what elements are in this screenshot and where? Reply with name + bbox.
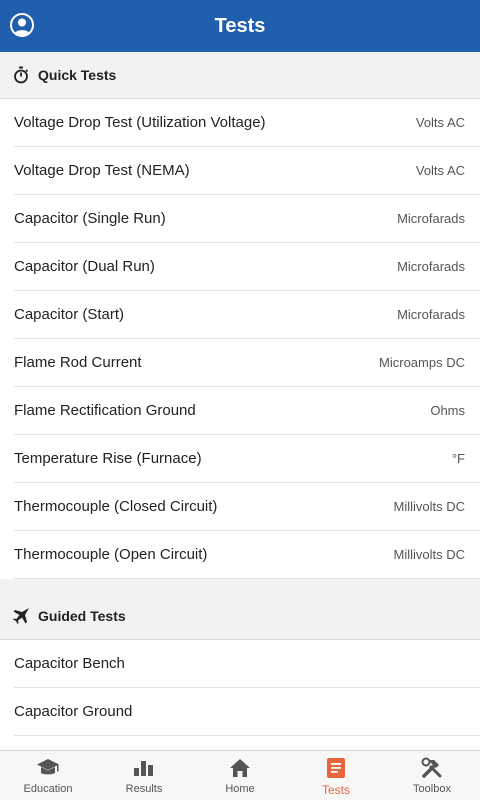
jet-icon (12, 607, 30, 625)
tab-label: Results (125, 783, 163, 795)
bar-chart-icon (132, 757, 156, 779)
test-unit: Ohms (430, 403, 465, 418)
test-name: Capacitor (Start) (14, 306, 125, 323)
test-name: Thermocouple (Closed Circuit) (14, 498, 218, 515)
test-name: Capacitor Ground (14, 703, 133, 720)
test-unit: Microamps DC (379, 355, 465, 370)
test-name: Capacitor Bench (14, 655, 125, 672)
test-name: Flame Rectification Ground (14, 402, 196, 419)
page-title: Tests (214, 15, 266, 37)
quick-test-row[interactable]: Voltage Drop Test (NEMA) Volts AC (14, 147, 480, 195)
guided-test-row[interactable]: Capacitor Bench (14, 640, 480, 688)
test-unit: Volts AC (415, 163, 465, 178)
quick-test-row[interactable]: Flame Rectification Ground Ohms (14, 387, 480, 435)
tab-label: Toolbox (413, 783, 451, 795)
clipboard-list-icon (324, 757, 348, 779)
home-icon (228, 757, 252, 779)
quick-test-row[interactable]: Thermocouple (Open Circuit) Millivolts D… (14, 531, 480, 579)
test-name: Capacitor (Dual Run) (14, 258, 155, 275)
quick-test-row[interactable]: Capacitor (Start) Microfarads (14, 291, 480, 339)
test-unit: Microfarads (397, 307, 465, 322)
tab-home[interactable]: Home (192, 751, 288, 800)
test-name: Temperature Rise (Furnace) (14, 450, 202, 467)
test-name: Flame Rod Current (14, 354, 142, 371)
quick-tests-section-header: Quick Tests (0, 52, 480, 99)
quick-test-row[interactable]: Voltage Drop Test (Utilization Voltage) … (14, 99, 480, 147)
section-spacer (0, 579, 480, 593)
quick-test-row[interactable]: Thermocouple (Closed Circuit) Millivolts… (14, 483, 480, 531)
tab-label: Education (23, 783, 73, 795)
test-name: Capacitor (Single Run) (14, 210, 166, 227)
guided-tests-label: Guided Tests (38, 608, 126, 624)
test-name: Voltage Drop Test (Utilization Voltage) (14, 114, 266, 131)
guided-test-row[interactable]: Capacitor Ground (14, 688, 480, 736)
bottom-tab-bar: Education Results Home Tests Toolbox (0, 750, 480, 800)
quick-test-row[interactable]: Temperature Rise (Furnace) °F (14, 435, 480, 483)
test-unit: °F (451, 451, 465, 466)
quick-test-row[interactable]: Capacitor (Dual Run) Microfarads (14, 243, 480, 291)
tab-label: Tests (321, 783, 350, 797)
stopwatch-icon (12, 66, 30, 84)
test-unit: Microfarads (397, 259, 465, 274)
tab-label: Home (225, 783, 255, 795)
test-unit: Millivolts DC (393, 499, 466, 514)
graduation-cap-icon (36, 757, 60, 779)
tab-education[interactable]: Education (0, 751, 96, 800)
tools-icon (420, 757, 444, 779)
test-unit: Volts AC (415, 115, 465, 130)
test-unit: Microfarads (397, 211, 465, 226)
quick-tests-label: Quick Tests (38, 67, 117, 83)
test-name: Voltage Drop Test (NEMA) (14, 162, 190, 179)
tab-results[interactable]: Results (96, 751, 192, 800)
guided-tests-section-header: Guided Tests (0, 593, 480, 640)
tab-tests[interactable]: Tests (288, 751, 384, 800)
test-name: Thermocouple (Open Circuit) (14, 546, 208, 563)
quick-test-row[interactable]: Capacitor (Single Run) Microfarads (14, 195, 480, 243)
quick-test-row[interactable]: Flame Rod Current Microamps DC (14, 339, 480, 387)
tab-toolbox[interactable]: Toolbox (384, 751, 480, 800)
app-header: Tests (0, 0, 480, 52)
test-unit: Millivolts DC (393, 547, 466, 562)
